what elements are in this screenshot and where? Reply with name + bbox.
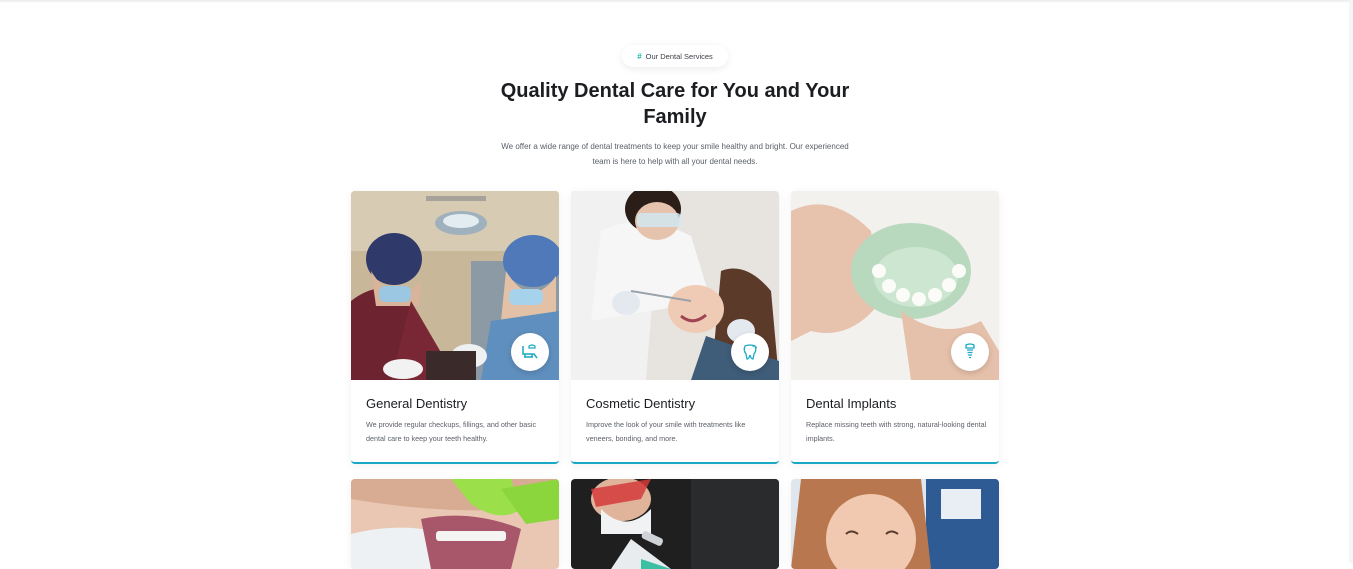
service-description: We provide regular checkups, fillings, a…: [366, 420, 537, 443]
braces-photo: [351, 479, 559, 569]
dental-chair-icon: [511, 333, 549, 371]
service-description: Improve the look of your smile with trea…: [586, 420, 746, 443]
smiling-woman-photo: [791, 479, 999, 569]
service-card-teeth-whitening[interactable]: [791, 479, 999, 569]
service-card-cosmetic-dentistry[interactable]: Cosmetic Dentistry Improve the look of y…: [571, 191, 779, 464]
section-tag: # Our Dental Services: [622, 45, 728, 67]
hash-icon: #: [637, 51, 642, 61]
service-card-orthodontics[interactable]: [351, 479, 559, 569]
service-title: Dental Implants: [806, 396, 897, 411]
dental-implant-icon: [951, 333, 989, 371]
service-card-dental-implants[interactable]: Dental Implants Replace missing teeth wi…: [791, 191, 999, 464]
dentist-working-photo: [571, 479, 779, 569]
service-description: Replace missing teeth with strong, natur…: [806, 420, 987, 443]
service-title: Cosmetic Dentistry: [586, 396, 696, 411]
service-card-general-dentistry[interactable]: General Dentistry We provide regular che…: [351, 191, 559, 464]
section-title: Quality Dental Care for You and Your Fam…: [500, 80, 850, 128]
service-card-root-canal[interactable]: [571, 479, 779, 569]
services-section: # Our Dental Services Quality Dental Car…: [0, 0, 1353, 569]
section-tag-label: Our Dental Services: [645, 51, 713, 61]
section-subtitle: We offer a wide range of dental treatmen…: [501, 142, 849, 166]
service-title: General Dentistry: [366, 396, 468, 411]
tooth-sparkle-icon: [731, 333, 769, 371]
